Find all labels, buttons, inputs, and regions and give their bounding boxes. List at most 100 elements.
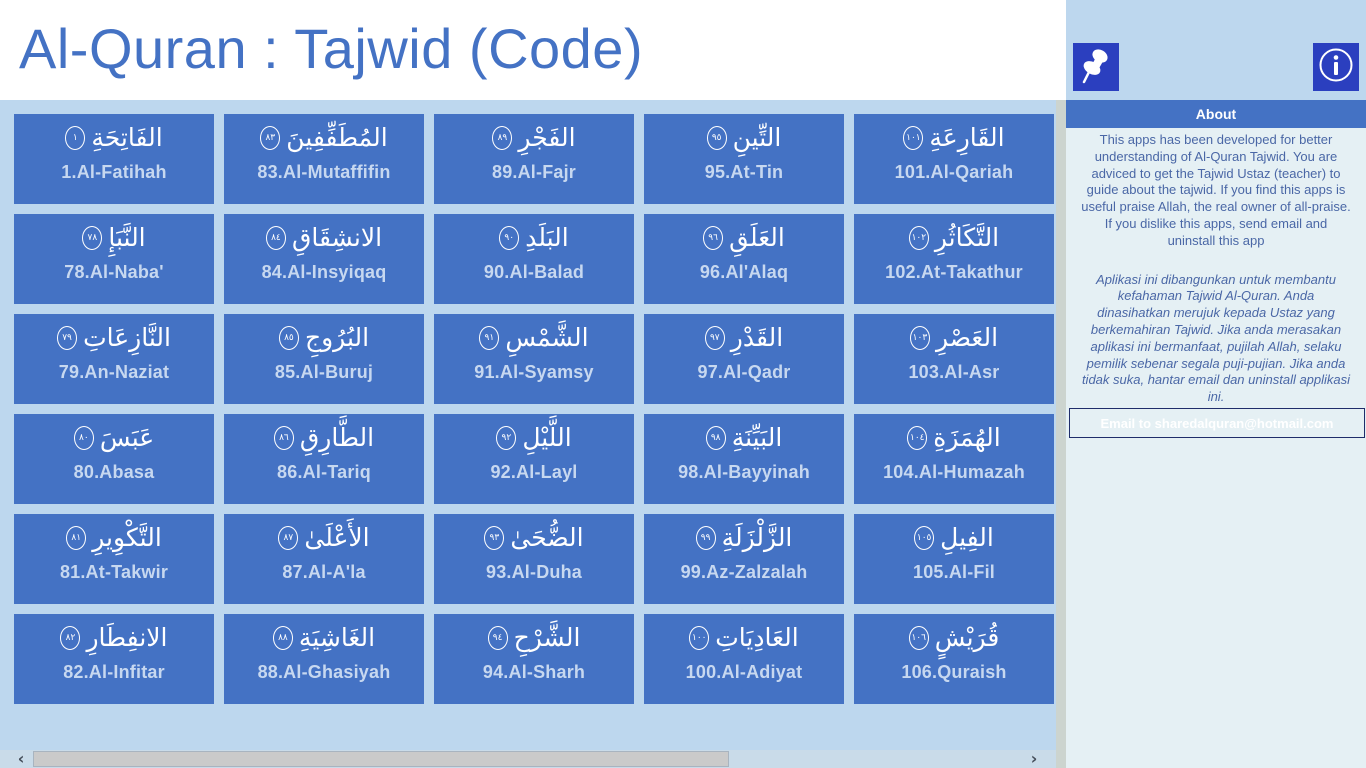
surah-number-badge-icon: ٩٨ bbox=[705, 426, 726, 450]
surah-tile[interactable]: ٩٣ الضُّحَىٰ 93.Al-Duha bbox=[434, 514, 634, 604]
info-icon bbox=[1318, 47, 1354, 87]
surah-number-badge-icon: ٧٩ bbox=[57, 326, 78, 350]
surah-tile[interactable]: ٩٧ القَدْرِ 97.Al-Qadr bbox=[644, 314, 844, 404]
surah-grid-area: ١ الفَاتِحَةِ 1.Al-Fatihah ٨٣ المُطَفِّف… bbox=[0, 100, 1056, 768]
horizontal-scrollbar[interactable]: ‹ › bbox=[0, 750, 1056, 768]
surah-number-badge-icon: ١٠٢ bbox=[908, 226, 929, 250]
surah-arabic-name: القَارِعَةِ bbox=[929, 123, 1005, 152]
surah-tile[interactable]: ٩٨ البَيِّنَةِ 98.Al-Bayyinah bbox=[644, 414, 844, 504]
surah-tile[interactable]: ٩٥ التِّينِ 95.At-Tin bbox=[644, 114, 844, 204]
surah-arabic-name: النَّبَإِ bbox=[108, 223, 146, 252]
surah-tile[interactable]: ١٠٠ العَادِيَاتِ 100.Al-Adiyat bbox=[644, 614, 844, 704]
surah-tile[interactable]: ٨٤ الانشِقَاقِ 84.Al-Insyiqaq bbox=[224, 214, 424, 304]
surah-tile[interactable]: ١٠١ القَارِعَةِ 101.Al-Qariah bbox=[854, 114, 1054, 204]
surah-tile[interactable]: ١٠٦ قُرَيْشٍ 106.Quraish bbox=[854, 614, 1054, 704]
surah-arabic-name: العَصْرِ bbox=[935, 323, 999, 352]
surah-tile[interactable]: ١ الفَاتِحَةِ 1.Al-Fatihah bbox=[14, 114, 214, 204]
surah-number-badge-icon: ٨٠ bbox=[73, 426, 94, 450]
surah-title-row: ٨٣ المُطَفِّفِينَ bbox=[260, 118, 388, 158]
surah-label: 100.Al-Adiyat bbox=[685, 662, 803, 682]
surah-number-badge-icon: ٩٦ bbox=[703, 226, 724, 250]
surah-arabic-name: الفَجْرِ bbox=[518, 123, 576, 152]
surah-title-row: ٩٧ القَدْرِ bbox=[704, 318, 784, 358]
about-heading: About bbox=[1066, 100, 1366, 128]
surah-number-badge-icon: ١ bbox=[65, 126, 86, 150]
surah-arabic-name: الطَّارِقِ bbox=[299, 423, 375, 452]
surah-tile[interactable]: ٩٤ الشَّرْحِ 94.Al-Sharh bbox=[434, 614, 634, 704]
surah-tile[interactable]: ٩١ الشَّمْسِ 91.Al-Syamsy bbox=[434, 314, 634, 404]
surah-title-row: ٩٢ اللَّيْلِ bbox=[496, 418, 572, 458]
surah-label: 88.Al-Ghasiyah bbox=[257, 662, 391, 682]
surah-tile[interactable]: ٨٣ المُطَفِّفِينَ 83.Al-Mutaffifin bbox=[224, 114, 424, 204]
surah-label: 81.At-Takwir bbox=[59, 562, 169, 582]
surah-tile[interactable]: ٩٠ البَلَدِ 90.Al-Balad bbox=[434, 214, 634, 304]
surah-tile[interactable]: ٨٦ الطَّارِقِ 86.Al-Tariq bbox=[224, 414, 424, 504]
surah-tile[interactable]: ٧٨ النَّبَإِ 78.Al-Naba' bbox=[14, 214, 214, 304]
scrollbar-thumb[interactable] bbox=[33, 751, 729, 767]
surah-arabic-name: التِّينِ bbox=[732, 123, 782, 152]
surah-tile[interactable]: ٨٢ الانفِطَارِ 82.Al-Infitar bbox=[14, 614, 214, 704]
surah-arabic-name: الفِيلِ bbox=[940, 523, 994, 552]
email-field[interactable] bbox=[1069, 408, 1365, 438]
surah-tile[interactable]: ٨١ التَّكْوِيرِ 81.At-Takwir bbox=[14, 514, 214, 604]
surah-arabic-name: الفَاتِحَةِ bbox=[91, 123, 163, 152]
surah-label: 78.Al-Naba' bbox=[64, 262, 164, 282]
surah-tile[interactable]: ٩٩ الزَّلْزَلَةِ 99.Az-Zalzalah bbox=[644, 514, 844, 604]
surah-title-row: ٨٠ عَبَسَ bbox=[73, 418, 154, 458]
surah-number-badge-icon: ١٠٤ bbox=[907, 426, 928, 450]
surah-arabic-name: النَّازِعَاتِ bbox=[83, 323, 171, 352]
scroll-left-arrow[interactable]: ‹ bbox=[14, 750, 28, 768]
surah-tile[interactable]: ١٠٢ التَّكَاثُرِ 102.At-Takathur bbox=[854, 214, 1054, 304]
surah-title-row: ٩٩ الزَّلْزَلَةِ bbox=[695, 518, 793, 558]
surah-number-badge-icon: ٩٠ bbox=[499, 226, 520, 250]
surah-arabic-name: الأَعْلَىٰ bbox=[304, 523, 370, 552]
surah-title-row: ١٠٦ قُرَيْشٍ bbox=[908, 618, 999, 658]
surah-arabic-name: الانشِقَاقِ bbox=[291, 223, 383, 252]
pin-button[interactable] bbox=[1073, 43, 1119, 91]
surah-arabic-name: العَادِيَاتِ bbox=[715, 623, 799, 652]
info-button[interactable] bbox=[1313, 43, 1359, 91]
surah-title-row: ٩٠ البَلَدِ bbox=[499, 218, 569, 258]
surah-number-badge-icon: ٩٩ bbox=[695, 526, 716, 550]
surah-title-row: ٩٣ الضُّحَىٰ bbox=[484, 518, 584, 558]
surah-arabic-name: الضُّحَىٰ bbox=[510, 523, 584, 552]
surah-tile[interactable]: ٨٩ الفَجْرِ 89.Al-Fajr bbox=[434, 114, 634, 204]
surah-tile[interactable]: ١٠٣ العَصْرِ 103.Al-Asr bbox=[854, 314, 1054, 404]
surah-number-badge-icon: ١٠٣ bbox=[909, 326, 930, 350]
surah-title-row: ١٠٢ التَّكَاثُرِ bbox=[908, 218, 999, 258]
surah-number-badge-icon: ٨٥ bbox=[278, 326, 299, 350]
surah-arabic-name: الغَاشِيَةِ bbox=[298, 623, 376, 652]
surah-tile[interactable]: ٨٥ البُرُوجِ 85.Al-Buruj bbox=[224, 314, 424, 404]
surah-tile[interactable]: ١٠٥ الفِيلِ 105.Al-Fil bbox=[854, 514, 1054, 604]
surah-label: 101.Al-Qariah bbox=[894, 162, 1014, 182]
surah-title-row: ١ الفَاتِحَةِ bbox=[65, 118, 163, 158]
surah-number-badge-icon: ٩٥ bbox=[706, 126, 727, 150]
surah-number-badge-icon: ٨٢ bbox=[60, 626, 81, 650]
scroll-right-arrow[interactable]: › bbox=[1026, 750, 1042, 768]
surah-title-row: ٩١ الشَّمْسِ bbox=[479, 318, 589, 358]
surah-tile[interactable]: ٩٢ اللَّيْلِ 92.Al-Layl bbox=[434, 414, 634, 504]
surah-tile[interactable]: ٩٦ العَلَقِ 96.Al'Alaq bbox=[644, 214, 844, 304]
surah-tile[interactable]: ١٠٤ الهُمَزَةِ 104.Al-Humazah bbox=[854, 414, 1054, 504]
surah-arabic-name: الزَّلْزَلَةِ bbox=[721, 523, 793, 552]
header: Al-Quran : Tajwid (Code) bbox=[0, 0, 1066, 100]
panel-divider bbox=[1056, 100, 1066, 768]
side-toolbar bbox=[1066, 0, 1366, 100]
surah-tile[interactable]: ٨٧ الأَعْلَىٰ 87.Al-A'la bbox=[224, 514, 424, 604]
surah-title-row: ١٠٤ الهُمَزَةِ bbox=[907, 418, 1001, 458]
surah-tile[interactable]: ٧٩ النَّازِعَاتِ 79.An-Naziat bbox=[14, 314, 214, 404]
surah-label: 98.Al-Bayyinah bbox=[678, 462, 810, 482]
surah-tile[interactable]: ٨٠ عَبَسَ 80.Abasa bbox=[14, 414, 214, 504]
surah-tile[interactable]: ٨٨ الغَاشِيَةِ 88.Al-Ghasiyah bbox=[224, 614, 424, 704]
surah-arabic-name: المُطَفِّفِينَ bbox=[286, 123, 388, 152]
surah-arabic-name: الانفِطَارِ bbox=[86, 623, 168, 652]
surah-label: 97.Al-Qadr bbox=[697, 362, 791, 382]
surah-number-badge-icon: ١٠١ bbox=[903, 126, 924, 150]
surah-arabic-name: العَلَقِ bbox=[729, 223, 785, 252]
surah-number-badge-icon: ٩٧ bbox=[704, 326, 725, 350]
surah-title-row: ٨٥ البُرُوجِ bbox=[278, 318, 369, 358]
surah-label: 91.Al-Syamsy bbox=[474, 362, 594, 382]
surah-label: 90.Al-Balad bbox=[483, 262, 585, 282]
surah-number-badge-icon: ٨٦ bbox=[273, 426, 294, 450]
surah-arabic-name: القَدْرِ bbox=[730, 323, 784, 352]
